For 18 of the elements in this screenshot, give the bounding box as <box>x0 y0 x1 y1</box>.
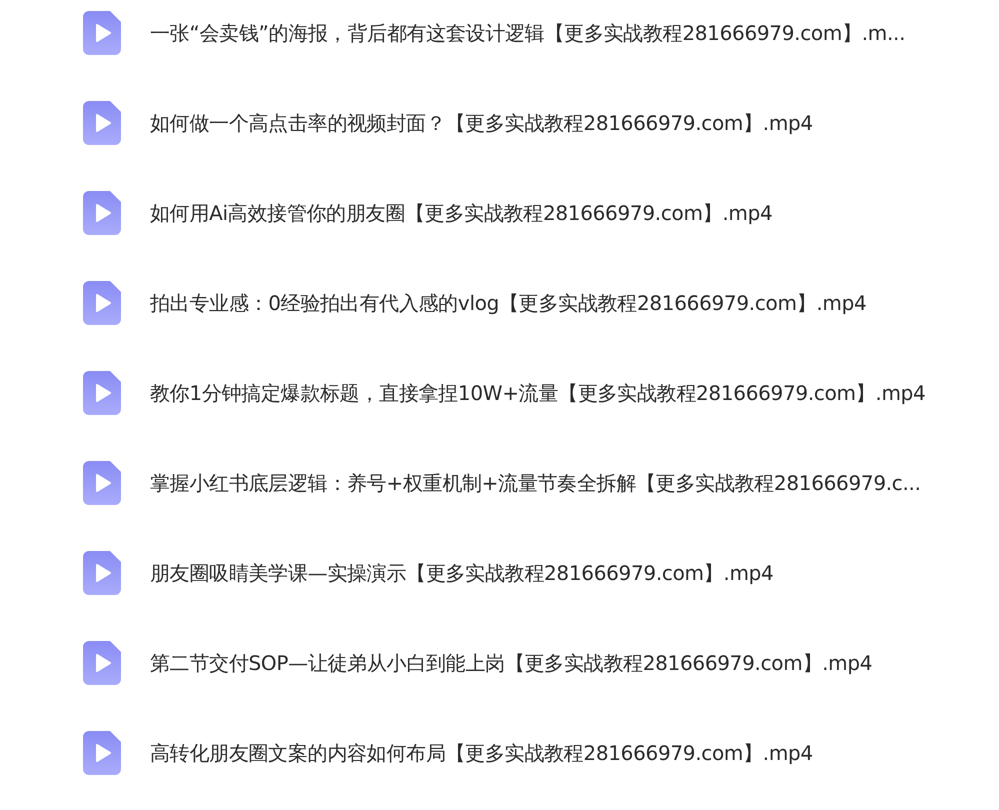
video-file-icon <box>83 371 121 415</box>
video-file-icon <box>83 551 121 595</box>
file-name[interactable]: 掌握小红书底层逻辑：养号+权重机制+流量节奏全拆解【更多实战教程281666979.c... <box>150 461 921 505</box>
video-file-icon <box>83 731 121 775</box>
file-name[interactable]: 如何做一个高点击率的视频封面？【更多实战教程281666979.com】.mp4 <box>150 101 813 145</box>
file-name[interactable]: 如何用Ai高效接管你的朋友圈【更多实战教程281666979.com】.mp4 <box>150 191 772 235</box>
file-name[interactable]: 拍出专业感：0经验拍出有代入感的vlog【更多实战教程281666979.com】.mp4 <box>150 281 866 325</box>
video-file-icon <box>83 461 121 505</box>
video-file-icon <box>83 11 121 55</box>
video-file-icon <box>83 281 121 325</box>
file-name[interactable]: 高转化朋友圈文案的内容如何布局【更多实战教程281666979.com】.mp4 <box>150 731 813 775</box>
file-name[interactable]: 一张“会卖钱”的海报，背后都有这套设计逻辑【更多实战教程281666979.com】.m... <box>150 11 906 55</box>
file-name[interactable]: 朋友圈吸睛美学课—实操演示【更多实战教程281666979.com】.mp4 <box>150 551 774 595</box>
video-file-icon <box>83 101 121 145</box>
video-file-icon <box>83 191 121 235</box>
file-name[interactable]: 第二节交付SOP—让徒弟从小白到能上岗【更多实战教程281666979.com】.mp4 <box>150 641 872 685</box>
video-file-icon <box>83 641 121 685</box>
file-name[interactable]: 教你1分钟搞定爆款标题，直接拿捏10W+流量【更多实战教程281666979.com】.mp4 <box>150 371 926 415</box>
